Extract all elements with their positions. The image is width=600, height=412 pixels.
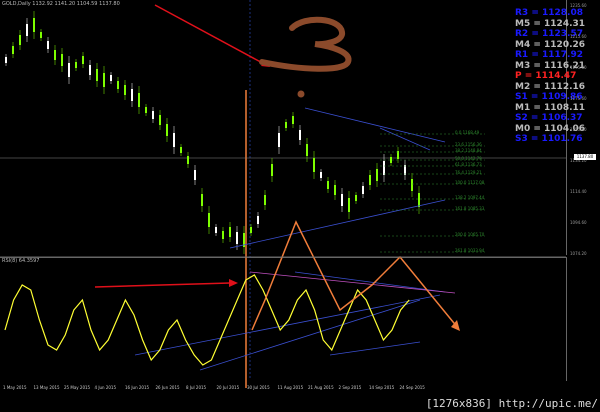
price-tick-label: 1094.60 [570, 220, 587, 225]
pivot-level: M1 = 1108.11 [515, 102, 586, 113]
date-tick-label: 25 May 2015 [64, 385, 91, 390]
pivot-level: S3 = 1101.76 [515, 134, 583, 144]
price-tick-label: 1235.60 [570, 3, 587, 8]
pivot-level: S2 = 1106.37 [515, 113, 583, 123]
price-tick-label: 1195.80 [570, 65, 587, 70]
chart-drawings [0, 0, 566, 388]
date-tick-label: 4 Jun 2015 [94, 385, 117, 390]
fib-level-label: 61.8 1136.73 [455, 162, 482, 167]
pivot-level: M2 = 1112.16 [515, 81, 586, 92]
date-tick-label: 2 Sep 2015 [338, 385, 362, 390]
date-tick-label: 1 May 2015 [3, 385, 27, 390]
fib-level-label: 100.0 1117.08 [455, 180, 485, 185]
date-tick-label: 16 Jun 2015 [125, 385, 150, 390]
pivot-level: R1 = 1117.92 [515, 50, 583, 60]
fib-level-label: 23.6 1156.36 [455, 142, 482, 147]
rsi-header: RSI(8) 64.3597 [2, 258, 40, 264]
pivot-level: R3 = 1128.08 [515, 8, 583, 18]
fib-level-label: 261.8 1033.94 [455, 248, 485, 253]
date-tick-label: 26 Jun 2015 [155, 385, 180, 390]
date-tick-label: 21 Aug 2015 [308, 385, 334, 390]
date-tick-label: 11 Aug 2015 [277, 385, 304, 390]
price-tick-label: 1074.20 [570, 251, 587, 256]
current-price-tag: 1137.80 [574, 154, 596, 160]
fib-level-label: 76.4 1129.21 [455, 170, 482, 175]
red-arrow-top [154, 4, 269, 67]
date-tick-label: 13 May 2015 [33, 385, 60, 390]
date-tick-label: 20 Jul 2015 [216, 385, 240, 390]
fib-level-label: 138.2 1097.44 [455, 195, 485, 200]
date-tick-label: 8 Jul 2015 [186, 385, 207, 390]
fib-level-label: 38.2 1148.84 [455, 148, 482, 153]
date-tick-label: 30 Jul 2015 [247, 385, 270, 390]
price-tick-label: 1175.60 [570, 96, 587, 101]
watermark: [1276x836] http://upic.me/ [425, 397, 598, 410]
fib-level-label: 200.0 1065.70 [455, 232, 485, 237]
pivot-level: M4 = 1120.26 [515, 39, 586, 50]
price-tick-label: 1215.60 [570, 34, 587, 39]
fib-level-label: 161.8 1085.33 [455, 206, 485, 211]
price-tick-label: 1155.80 [570, 127, 587, 132]
pivot-level: M5 = 1124.31 [515, 18, 586, 29]
pivot-level: P = 1114.47 [515, 71, 577, 81]
symbol-header: GOLD,Daily 1132.92 1141.20 1104.59 1137.… [2, 1, 120, 7]
fib-level-label: 0.0 1168.49 [455, 130, 480, 135]
date-tick-label: 14 Sep 2015 [369, 385, 395, 390]
fib-level-label: 50.0 1142.79 [455, 156, 482, 161]
date-tick-label: 24 Sep 2015 [399, 385, 425, 390]
price-tick-label: 1114.40 [570, 189, 587, 194]
